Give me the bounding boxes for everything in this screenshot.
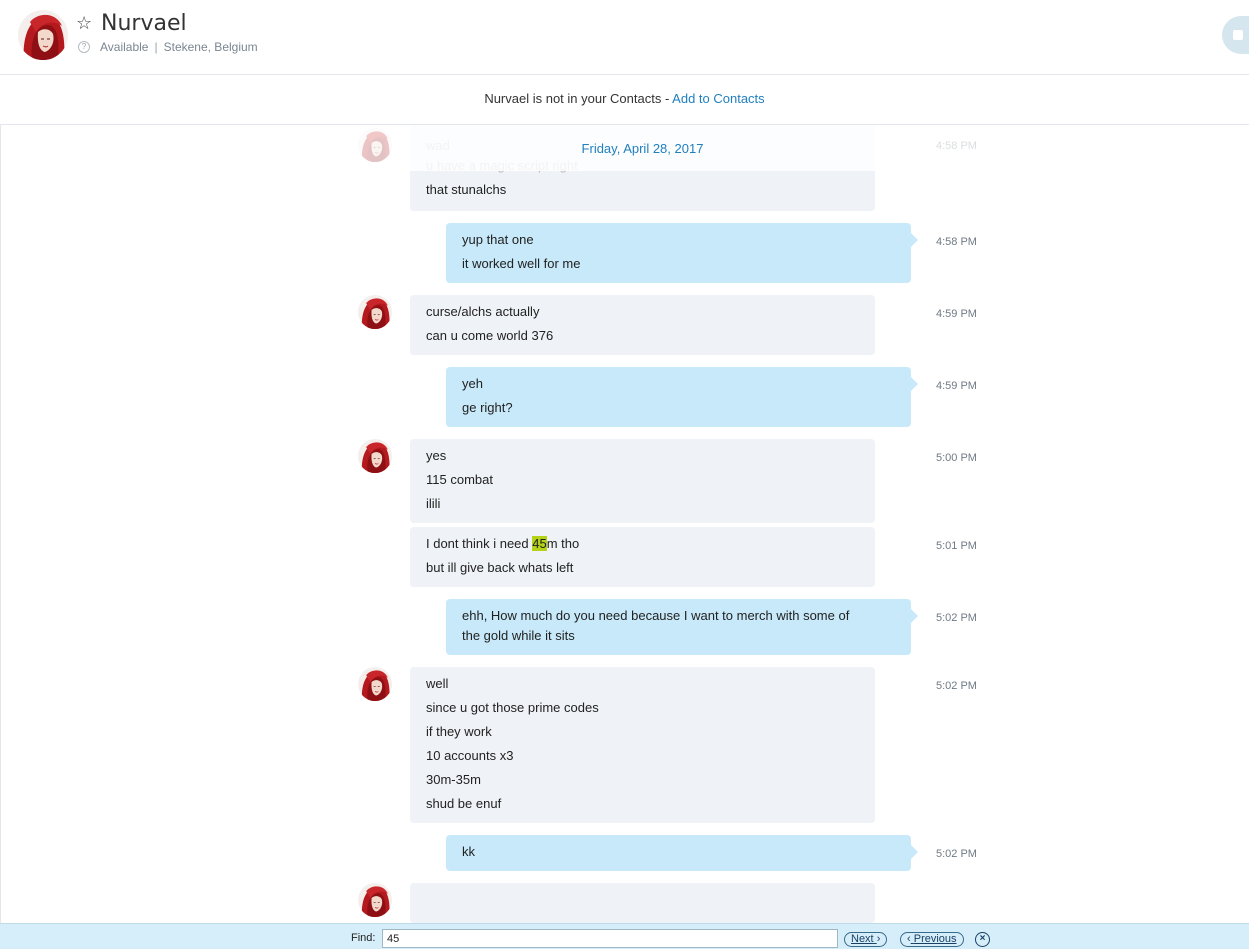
find-previous-button[interactable]: ‹ Previous	[900, 932, 964, 947]
message-line: 30m-35m	[426, 772, 481, 787]
call-button[interactable]	[1222, 16, 1249, 54]
message-bubble-incoming[interactable]: well since u got those prime codes if th…	[410, 667, 875, 823]
message-bubble-incoming[interactable]: I dont think i need 45m tho but ill give…	[410, 527, 875, 587]
find-bar: Find: Next › ‹ Previous ×	[0, 923, 1249, 949]
message-text: I dont think i need	[426, 536, 533, 551]
status-help-icon[interactable]: ?	[78, 41, 90, 53]
message-timestamp: 4:58 PM	[936, 140, 977, 152]
message-line: ehh, How much do you need because I want…	[462, 608, 850, 623]
message-timestamp: 4:59 PM	[936, 308, 977, 320]
message-line: curse/alchs actually	[426, 304, 540, 319]
message-timestamp: 5:02 PM	[936, 848, 977, 860]
message-list[interactable]: wad u have a magic script right that stu…	[0, 125, 1249, 923]
sender-avatar[interactable]	[358, 295, 392, 329]
contact-avatar[interactable]	[18, 10, 68, 60]
message-line: can u come world 376	[426, 328, 554, 343]
chevron-right-icon: ›	[876, 933, 881, 945]
message-line: ilili	[426, 496, 441, 511]
message-bubble-incoming[interactable]	[410, 883, 875, 923]
message-bubble-outgoing[interactable]: yeh ge right?	[446, 367, 918, 427]
message-timestamp: 5:02 PM	[936, 680, 977, 692]
contact-name[interactable]: Nurvael	[101, 11, 187, 36]
message-timestamp: 5:02 PM	[936, 612, 977, 624]
find-previous-label: Previous	[913, 933, 957, 945]
message-bubble-outgoing[interactable]: kk	[446, 835, 918, 871]
message-line: if they work	[426, 724, 492, 739]
message-line: but ill give back whats left	[426, 560, 574, 575]
find-input[interactable]	[382, 929, 838, 948]
message-line: it worked well for me	[462, 256, 581, 271]
sender-avatar[interactable]	[358, 667, 392, 701]
find-next-button[interactable]: Next ›	[844, 932, 888, 947]
message-bubble-incoming[interactable]: curse/alchs actually can u come world 37…	[410, 295, 875, 355]
message-line: yes	[426, 448, 447, 463]
search-highlight: 45	[532, 536, 547, 551]
location-text: Stekene, Belgium	[163, 40, 258, 54]
sender-avatar[interactable]	[358, 128, 392, 162]
message-line: yeh	[462, 376, 483, 391]
conversation-header: ☆ Nurvael ? Available | Stekene, Belgium	[0, 0, 1249, 75]
message-line: 10 accounts x3	[426, 748, 514, 763]
chevron-left-icon: ‹	[907, 933, 911, 945]
sender-avatar[interactable]	[358, 883, 392, 917]
message-text: m tho	[546, 536, 580, 551]
status-row: ? Available | Stekene, Belgium	[78, 40, 258, 54]
message-timestamp: 5:00 PM	[936, 452, 977, 464]
message-line: since u got those prime codes	[426, 700, 599, 715]
message-line: 115 combat	[426, 472, 493, 487]
message-timestamp: 4:58 PM	[936, 236, 977, 248]
message-bubble-outgoing[interactable]: ehh, How much do you need because I want…	[446, 599, 918, 655]
message-timestamp: 4:59 PM	[936, 380, 977, 392]
find-label: Find:	[351, 932, 376, 944]
message-line: kk	[462, 844, 475, 859]
message-bubble-incoming[interactable]: yes 115 combat ilili	[410, 439, 875, 523]
message-line: shud be enuf	[426, 796, 502, 811]
status-text: Available	[100, 40, 149, 54]
favorite-star-icon[interactable]: ☆	[76, 13, 92, 33]
message-line: yup that one	[462, 232, 534, 247]
message-line: I dont think i need 45m tho	[426, 536, 859, 561]
notice-text: Nurvael is not in your Contacts -	[484, 91, 673, 106]
message-timestamp: 5:01 PM	[936, 540, 977, 552]
message-bubble-outgoing[interactable]: yup that one it worked well for me	[446, 223, 918, 283]
date-separator: Friday, April 28, 2017	[410, 125, 875, 171]
status-separator: |	[154, 40, 158, 54]
add-to-contacts-link[interactable]: Add to Contacts	[672, 91, 765, 106]
message-line: the gold while it sits	[462, 628, 575, 643]
message-line: that stunalchs	[426, 182, 507, 197]
close-icon[interactable]: ×	[975, 932, 990, 947]
not-in-contacts-notice: Nurvael is not in your Contacts - Add to…	[0, 75, 1249, 125]
message-line: well	[426, 676, 449, 691]
find-next-label: Next	[851, 933, 874, 945]
sender-avatar[interactable]	[358, 439, 392, 473]
message-line: ge right?	[462, 400, 513, 415]
